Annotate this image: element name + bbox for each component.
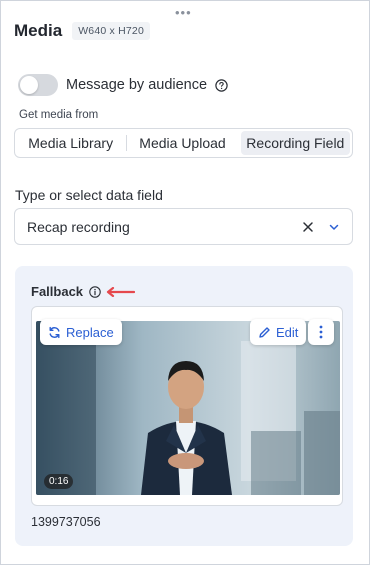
data-field-label: Type or select data field — [15, 187, 163, 203]
video-duration: 0:16 — [44, 474, 74, 489]
fallback-header: Fallback — [31, 284, 136, 299]
media-panel: ••• Media W640 x H720 Message by audienc… — [0, 0, 370, 565]
replace-label: Replace — [66, 324, 114, 340]
refresh-icon — [48, 326, 61, 339]
arrow-left-icon — [105, 286, 136, 297]
audience-toggle[interactable] — [18, 74, 58, 96]
data-field-select[interactable]: Recap recording — [14, 208, 353, 245]
dimensions-badge: W640 x H720 — [72, 22, 151, 40]
panel-header: Media W640 x H720 — [14, 21, 151, 41]
tab-recording-field[interactable]: Recording Field — [240, 131, 350, 155]
audience-toggle-row: Message by audience — [18, 74, 228, 96]
chevron-down-icon[interactable] — [328, 221, 340, 233]
replace-button[interactable]: Replace — [40, 319, 122, 345]
tab-media-library[interactable]: Media Library — [15, 129, 126, 157]
fallback-media-preview: 0:16 Replace Edit — [31, 306, 343, 506]
edit-button[interactable]: Edit — [250, 319, 307, 345]
video-thumbnail[interactable]: 0:16 — [36, 321, 340, 495]
info-icon[interactable] — [89, 285, 101, 298]
pencil-icon — [258, 326, 271, 339]
data-field-value: Recap recording — [27, 218, 130, 235]
fallback-card: Fallback 0:16 Replace Edit 1399737056 — [15, 266, 353, 546]
fallback-title: Fallback — [31, 284, 84, 299]
media-id: 1399737056 — [31, 515, 101, 529]
tab-media-upload[interactable]: Media Upload — [126, 129, 238, 157]
media-source-segmented-control: Media Library Media Upload Recording Fie… — [14, 128, 353, 158]
media-source-label: Get media from — [19, 109, 99, 121]
more-vertical-icon[interactable] — [308, 319, 334, 345]
drag-handle-icon[interactable]: ••• — [175, 6, 192, 19]
close-icon[interactable] — [302, 221, 314, 233]
edit-label: Edit — [276, 324, 299, 340]
toggle-knob — [20, 76, 38, 94]
audience-toggle-label: Message by audience — [66, 77, 208, 93]
panel-title: Media — [14, 21, 63, 40]
help-circle-icon[interactable] — [215, 78, 228, 92]
